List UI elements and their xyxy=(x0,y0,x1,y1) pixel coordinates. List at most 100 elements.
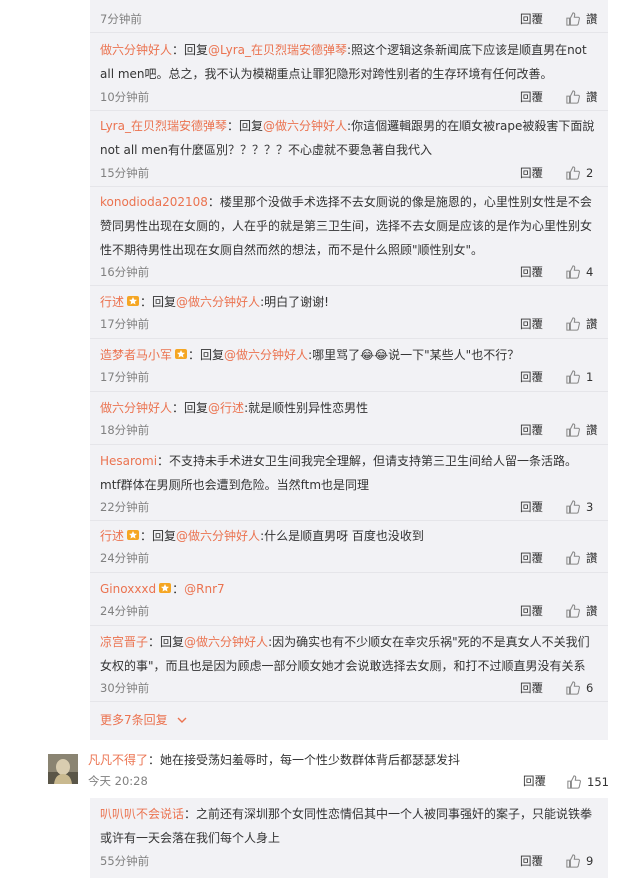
reply-to-mention[interactable]: @做六分钟好人 xyxy=(263,119,347,133)
reply-username[interactable]: 叭叭叭不会说话 xyxy=(100,807,184,821)
reply-panel: 叭叭叭不会说话：之前还有深圳那个女同性恋情侣其中一个人被同事强奸的案子，只能说铁… xyxy=(90,798,608,878)
reply-colon: ： xyxy=(226,119,239,133)
like-button[interactable]: 6 xyxy=(566,679,593,697)
reply-text: ：不支持未手术进女卫生间我完全理解，但请支持第三卫生间给人留一条活路。mtf群体… xyxy=(100,454,578,492)
reply-panel: 7分钟前 回覆 讚 做六分钟好人：回复@Lyra_在贝烈瑞安德弹琴:照这个逻辑这… xyxy=(90,0,608,740)
reply-button[interactable]: 回覆 xyxy=(520,164,543,182)
timestamp: 17分钟前 xyxy=(100,370,150,384)
reply-button[interactable]: 回覆 xyxy=(520,10,543,28)
reply-button[interactable]: 回覆 xyxy=(520,679,543,697)
reply-item: 凉宫晋子：回复@做六分钟好人:因为确实也有不少顺女在幸灾乐祸"死的不是真女人不关… xyxy=(90,630,608,700)
reply-item: 造梦者马小军 ：回复@做六分钟好人:哪里骂了😂😂说一下"某些人"也不行？ 17分钟… xyxy=(90,343,608,387)
like-button[interactable]: 讚 xyxy=(566,315,598,333)
like-button[interactable]: 3 xyxy=(566,498,593,516)
reply-button[interactable]: 回覆 xyxy=(520,498,543,516)
reply-item: 行述 ：回复@做六分钟好人:明白了谢谢! 17分钟前 回覆 讚 xyxy=(90,290,608,334)
thumb-up-icon xyxy=(566,681,580,695)
reply-text: :就是顺性别异性恋男性 xyxy=(244,401,369,415)
reply-button[interactable]: 回覆 xyxy=(520,88,543,106)
like-count: 9 xyxy=(586,854,594,868)
like-count: 讚 xyxy=(586,90,598,104)
timestamp: 24分钟前 xyxy=(100,604,150,618)
thumb-up-icon xyxy=(566,370,580,384)
reply-button[interactable]: 回覆 xyxy=(523,773,546,789)
more-replies-link[interactable]: 更多7条回复 xyxy=(100,710,187,730)
timestamp: 7分钟前 xyxy=(100,12,142,26)
reply-button[interactable]: 回覆 xyxy=(520,315,543,333)
timestamp: 24分钟前 xyxy=(100,551,150,565)
reply-username[interactable]: 造梦者马小军 xyxy=(100,348,172,362)
reply-text: :明白了谢谢! xyxy=(260,295,329,309)
timestamp: 55分钟前 xyxy=(100,854,150,868)
like-button[interactable]: 1 xyxy=(566,368,593,386)
like-button[interactable]: 讚 xyxy=(566,549,598,567)
like-button[interactable]: 讚 xyxy=(566,88,598,106)
reply-button[interactable]: 回覆 xyxy=(520,263,543,281)
thumb-up-icon xyxy=(566,166,580,180)
divider xyxy=(90,391,608,392)
reply-item: 做六分钟好人：回复@Lyra_在贝烈瑞安德弹琴:照这个逻辑这条新闻底下应该是顺直… xyxy=(90,38,608,108)
like-button[interactable]: 讚 xyxy=(566,421,598,439)
reply-colon: ： xyxy=(140,295,153,309)
more-replies-label: 更多7条回复 xyxy=(100,713,168,727)
like-button[interactable]: 讚 xyxy=(566,10,598,28)
reply-username[interactable]: 做六分钟好人 xyxy=(100,401,172,415)
thumb-up-icon xyxy=(566,500,580,514)
divider xyxy=(90,110,608,111)
like-count: 4 xyxy=(586,265,594,279)
thumb-up-icon xyxy=(566,90,580,104)
like-button[interactable]: 9 xyxy=(566,852,593,870)
comment-text: ：她在接受荡妇羞辱时，每一个性少数群体背后都瑟瑟发抖 xyxy=(148,753,461,767)
reply-item: 行述 ：回复@做六分钟好人:什么是顺直男呀 百度也没收到 24分钟前 回覆 讚 xyxy=(90,524,608,568)
reply-username[interactable]: Hesaromi xyxy=(100,454,157,468)
reply-username[interactable]: Ginoxxxd xyxy=(100,582,156,596)
reply-username[interactable]: Lyra_在贝烈瑞安德弹琴 xyxy=(100,119,227,133)
reply-to-mention[interactable]: @做六分钟好人 xyxy=(176,295,260,309)
reply-button[interactable]: 回覆 xyxy=(520,368,543,386)
reply-username[interactable]: 行述 xyxy=(100,529,124,543)
reply-button[interactable]: 回覆 xyxy=(520,421,543,439)
reply-to-mention[interactable]: @Lyra_在贝烈瑞安德弹琴 xyxy=(208,43,347,57)
like-button[interactable]: 4 xyxy=(566,263,593,281)
avatar-image xyxy=(48,754,78,784)
thumb-up-icon xyxy=(566,551,580,565)
reply-to-mention[interactable]: @行述 xyxy=(208,401,244,415)
reply-colon: ： xyxy=(172,43,185,57)
reply-to-mention[interactable]: @做六分钟好人 xyxy=(176,529,260,543)
reply-button[interactable]: 回覆 xyxy=(520,602,543,620)
divider xyxy=(90,32,608,33)
reply-item: konodioda202108：楼里那个没做手术选择不去女厕说的像是施恩的，心里… xyxy=(90,190,608,282)
reply-button[interactable]: 回覆 xyxy=(520,852,543,870)
thumb-up-icon xyxy=(566,854,580,868)
reply-word: 回复 xyxy=(152,529,177,543)
divider xyxy=(90,625,608,626)
timestamp: 15分钟前 xyxy=(100,166,150,180)
divider xyxy=(90,285,608,286)
like-button[interactable]: 2 xyxy=(566,164,593,182)
like-count: 1 xyxy=(586,370,594,384)
reply-text: ： xyxy=(172,582,185,596)
reply-username[interactable]: konodioda202108 xyxy=(100,195,208,209)
comment-username[interactable]: 凡凡不得了 xyxy=(88,753,148,767)
reply-username[interactable]: 做六分钟好人 xyxy=(100,43,172,57)
avatar[interactable] xyxy=(48,754,78,784)
reply-to-mention[interactable]: @Rnr7 xyxy=(184,582,225,596)
like-button[interactable]: 讚 xyxy=(566,602,598,620)
like-count: 讚 xyxy=(586,317,598,331)
reply-button[interactable]: 回覆 xyxy=(520,549,543,567)
thumb-up-icon xyxy=(566,317,580,331)
gold-badge-icon xyxy=(127,296,140,306)
like-count: 讚 xyxy=(586,604,598,618)
reply-to-mention[interactable]: @做六分钟好人 xyxy=(224,348,308,362)
reply-word: 回复 xyxy=(160,635,185,649)
reply-to-mention[interactable]: @做六分钟好人 xyxy=(184,635,268,649)
like-button[interactable]: 151 xyxy=(567,773,609,791)
reply-word: 回复 xyxy=(152,295,177,309)
timestamp: 22分钟前 xyxy=(100,500,150,514)
divider xyxy=(90,186,608,187)
divider xyxy=(90,572,608,573)
reply-username[interactable]: 凉宫晋子 xyxy=(100,635,148,649)
timestamp: 16分钟前 xyxy=(100,265,150,279)
reply-item: 叭叭叭不会说话：之前还有深圳那个女同性恋情侣其中一个人被同事强奸的案子，只能说铁… xyxy=(90,802,608,874)
reply-username[interactable]: 行述 xyxy=(100,295,124,309)
